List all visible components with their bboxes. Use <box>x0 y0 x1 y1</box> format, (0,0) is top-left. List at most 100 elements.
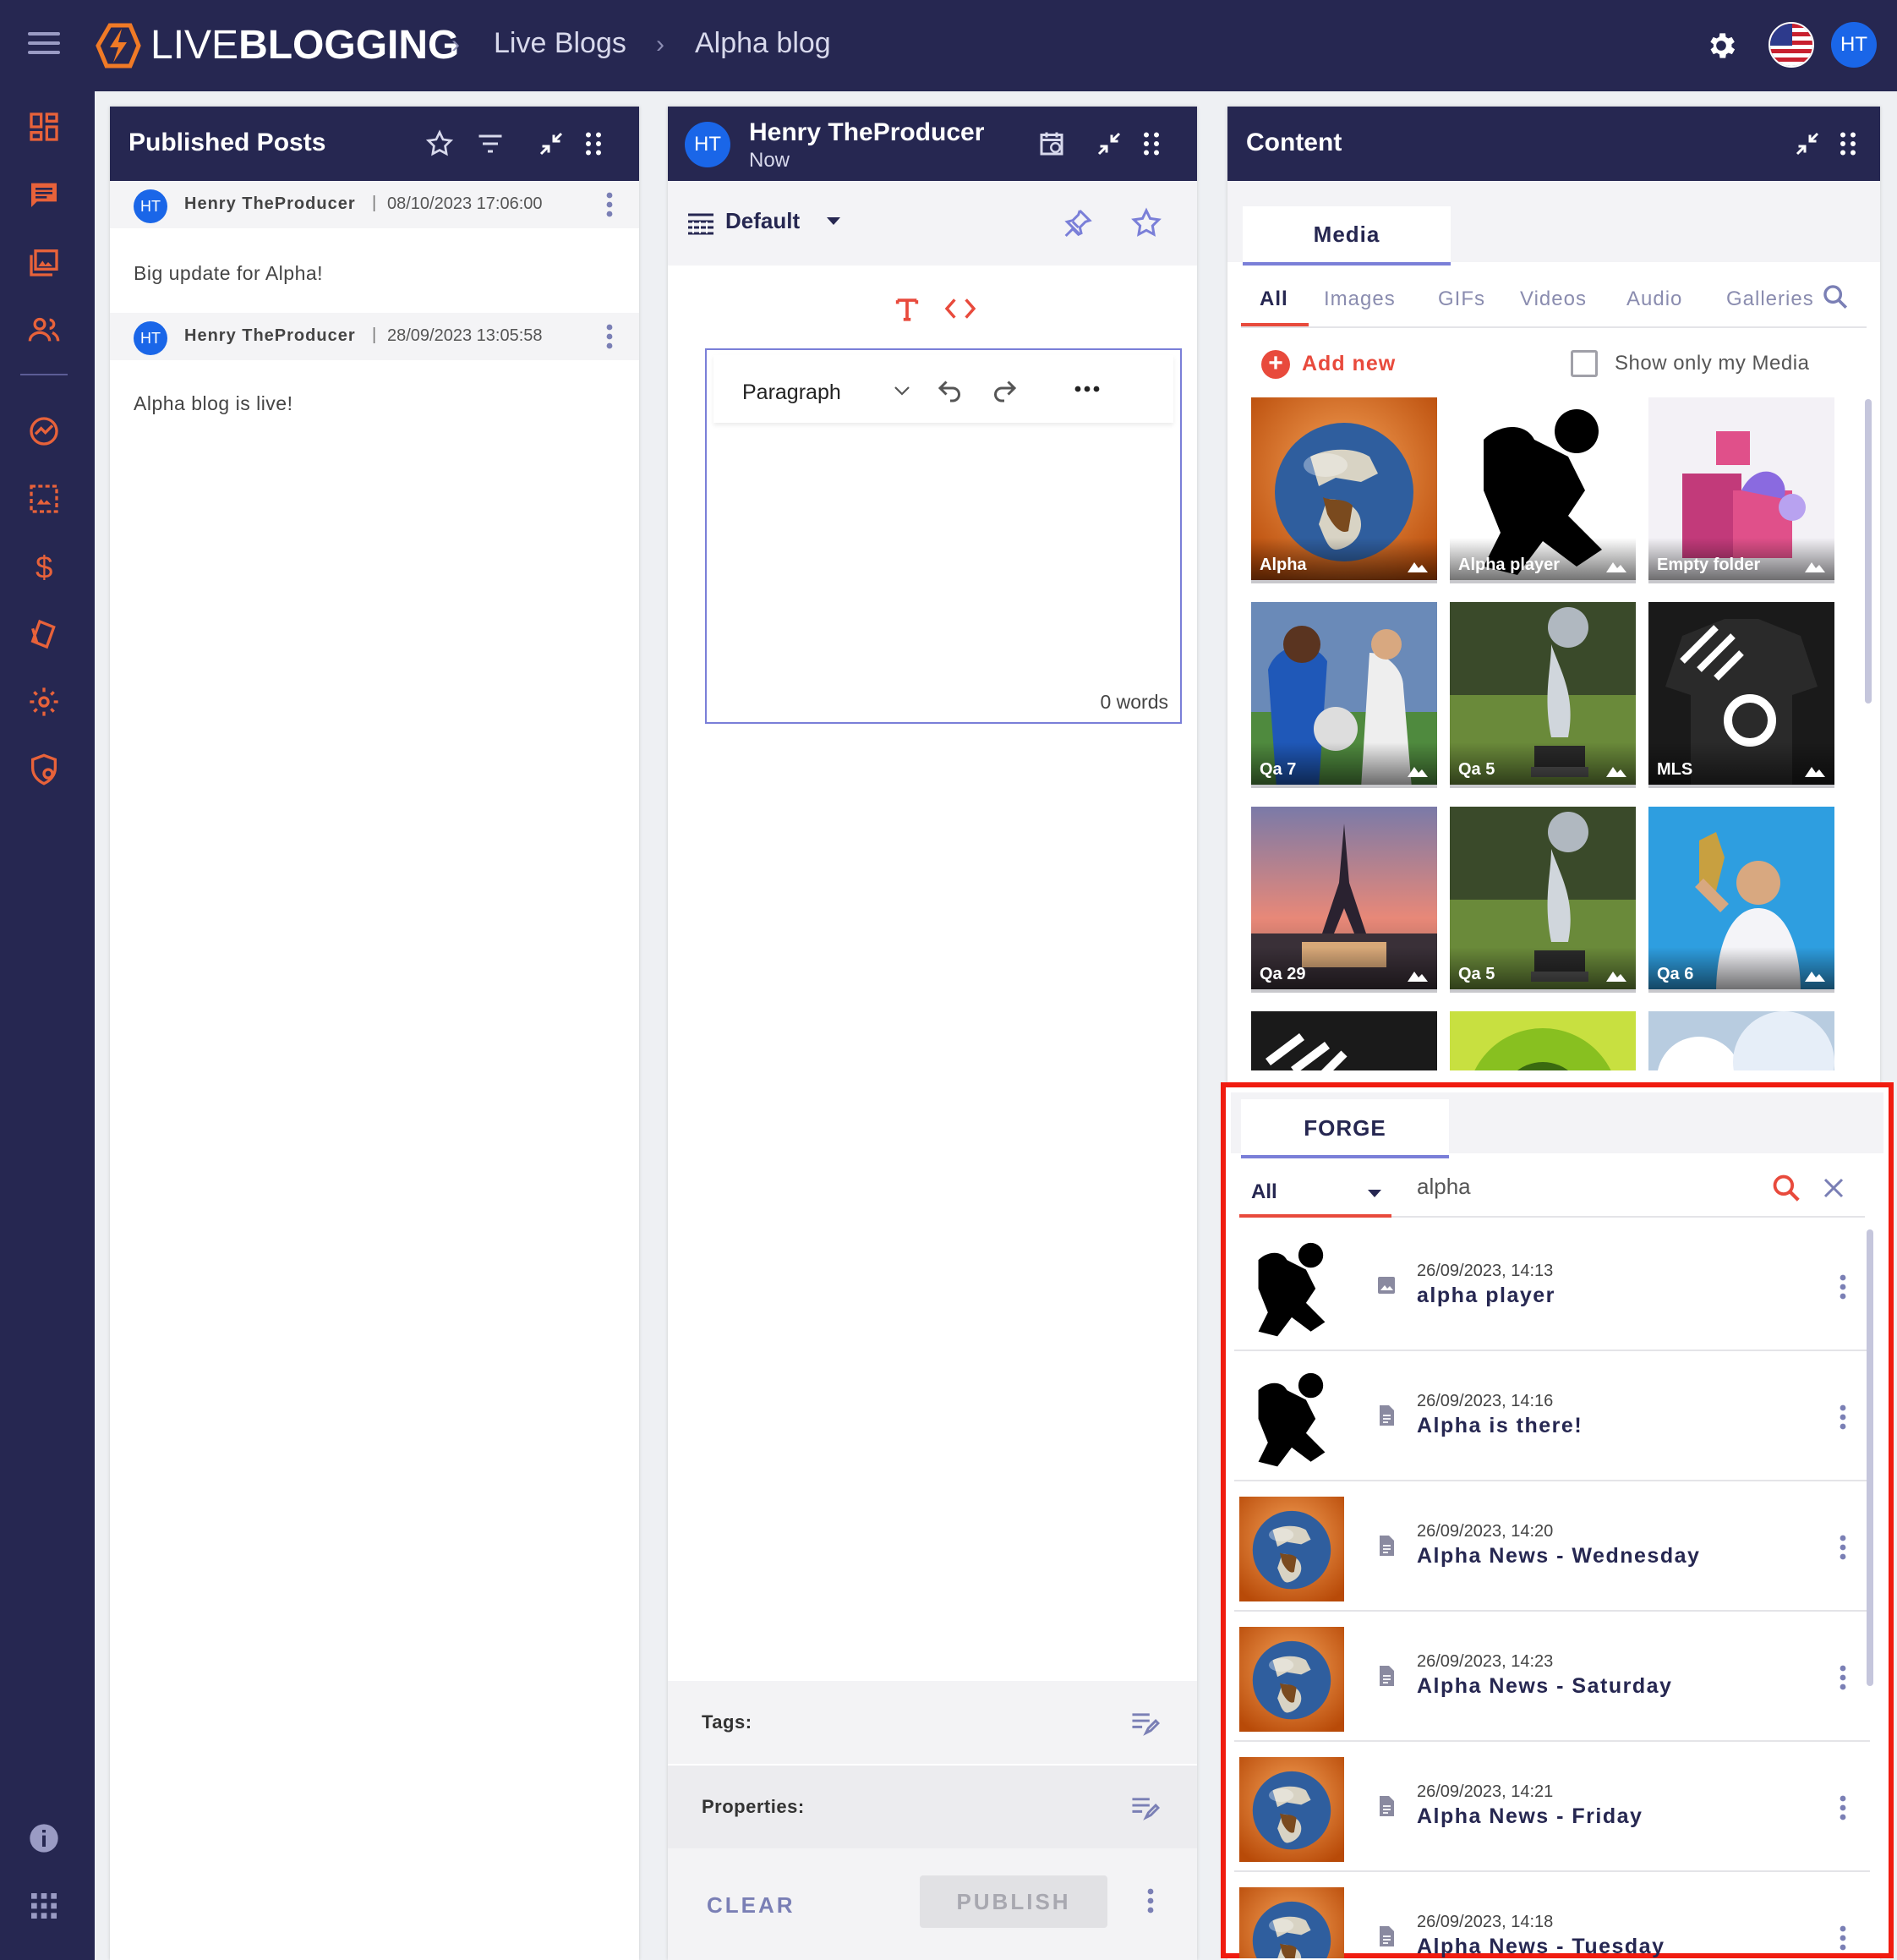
tab-media[interactable]: Media <box>1243 206 1451 266</box>
text-mode-icon[interactable] <box>893 294 921 323</box>
media-tile[interactable]: Qa 6 <box>1648 807 1834 993</box>
post-body[interactable]: Big update for Alpha! <box>134 262 323 285</box>
post-body[interactable]: Alpha blog is live! <box>134 392 293 415</box>
star-icon[interactable] <box>424 129 455 159</box>
close-icon[interactable] <box>1821 1175 1846 1201</box>
info-icon[interactable] <box>27 1821 61 1855</box>
media-tile[interactable]: Qa 5 <box>1450 602 1636 788</box>
edit-list-icon[interactable] <box>1129 1710 1160 1737</box>
search-icon[interactable] <box>1770 1172 1802 1204</box>
redo-icon[interactable] <box>989 375 1020 406</box>
more-horiz-icon[interactable] <box>1074 384 1101 394</box>
clear-button[interactable]: CLEAR <box>707 1892 795 1919</box>
subtab-gifs[interactable]: GIFs <box>1438 287 1485 311</box>
more-vert-icon[interactable] <box>1839 1664 1847 1691</box>
more-vert-icon[interactable] <box>1146 1887 1155 1914</box>
media-tile[interactable]: Qa 7 <box>1251 602 1437 788</box>
forge-filter-select[interactable]: All <box>1251 1180 1277 1204</box>
tab-forge[interactable]: FORGE <box>1241 1099 1449 1158</box>
subtab-audio[interactable]: Audio <box>1626 287 1682 311</box>
user-avatar[interactable]: HT <box>1831 22 1877 68</box>
more-vert-icon[interactable] <box>1839 1534 1847 1561</box>
more-vert-icon[interactable] <box>605 323 614 350</box>
forge-result-row[interactable]: 26/09/2023, 14:20 Alpha News - Wednesday <box>1234 1483 1870 1612</box>
subtab-galleries[interactable]: Galleries <box>1726 287 1814 311</box>
block-type-select[interactable]: Paragraph <box>742 381 841 405</box>
apps-grid-icon[interactable] <box>27 1889 61 1923</box>
forge-result-row[interactable]: 26/09/2023, 14:18 Alpha News - Tuesday <box>1234 1874 1870 1958</box>
chevron-right-icon: › <box>451 30 460 58</box>
drag-handle-icon[interactable] <box>1833 129 1863 159</box>
media-tile[interactable]: MLS <box>1648 602 1834 788</box>
subtab-images[interactable]: Images <box>1324 287 1396 311</box>
us-flag-icon[interactable] <box>1769 22 1814 68</box>
schedule-icon[interactable] <box>1036 129 1067 159</box>
forge-result-row[interactable]: 26/09/2023, 14:21 Alpha News - Friday <box>1234 1744 1870 1872</box>
media-tile[interactable] <box>1648 1011 1834 1070</box>
media-tile[interactable]: Alpha <box>1251 397 1437 583</box>
caret-down-icon[interactable] <box>825 215 842 227</box>
forge-result-row[interactable]: 26/09/2023, 14:23 Alpha News - Saturday <box>1234 1613 1870 1742</box>
publish-button[interactable]: PUBLISH <box>920 1875 1107 1928</box>
settings-icon[interactable] <box>27 685 61 719</box>
more-vert-icon[interactable] <box>1839 1404 1847 1431</box>
breadcrumb-live-blogs[interactable]: Live Blogs <box>494 27 626 60</box>
template-select[interactable]: Default <box>725 208 800 234</box>
search-icon[interactable] <box>1821 282 1850 311</box>
chevron-down-icon[interactable] <box>893 384 911 397</box>
breadcrumb-alpha-blog[interactable]: Alpha blog <box>695 27 831 60</box>
star-icon[interactable] <box>1129 206 1163 240</box>
post-author: Henry TheProducer <box>184 326 356 345</box>
forge-result-row[interactable]: 26/09/2023, 14:16 Alpha is there! <box>1234 1353 1870 1481</box>
posts-icon[interactable] <box>27 178 61 211</box>
analytics-icon[interactable] <box>27 414 61 448</box>
drag-handle-icon[interactable] <box>1136 129 1167 159</box>
media-tile[interactable]: Qa 29 <box>1251 807 1437 993</box>
media-tile[interactable]: Alpha player <box>1450 397 1636 583</box>
more-vert-icon[interactable] <box>1839 1273 1847 1300</box>
show-only-mine-checkbox[interactable] <box>1571 350 1598 377</box>
forge-scrollbar[interactable] <box>1867 1229 1873 1686</box>
gear-icon[interactable] <box>1704 29 1738 63</box>
media-tile[interactable] <box>1450 1011 1636 1070</box>
collapse-icon[interactable] <box>1094 129 1124 159</box>
media-tile[interactable]: Empty folder <box>1648 397 1834 583</box>
collapse-icon[interactable] <box>1792 129 1823 159</box>
plus-circle-icon[interactable]: + <box>1261 350 1290 379</box>
more-vert-icon[interactable] <box>1839 1794 1847 1821</box>
result-title: Alpha News - Tuesday <box>1417 1935 1665 1958</box>
undo-icon[interactable] <box>935 375 965 406</box>
dashboard-icon[interactable] <box>27 110 61 144</box>
forge-result-row[interactable]: 26/09/2023, 14:13 alpha player <box>1234 1223 1870 1351</box>
more-vert-icon[interactable] <box>605 191 614 218</box>
edit-list-icon[interactable] <box>1129 1794 1160 1821</box>
forge-search-input[interactable]: alpha <box>1417 1174 1471 1200</box>
tags-row[interactable]: Tags: <box>668 1681 1197 1764</box>
drag-handle-icon[interactable] <box>578 129 609 159</box>
code-mode-icon[interactable] <box>943 296 977 321</box>
logo-text[interactable]: LIVEBLOGGING <box>150 22 459 68</box>
subtab-videos[interactable]: Videos <box>1520 287 1587 311</box>
caret-down-icon[interactable] <box>1366 1187 1383 1199</box>
users-icon[interactable] <box>27 313 61 347</box>
cards-icon[interactable] <box>27 617 61 651</box>
dollar-icon[interactable]: $ <box>27 550 61 583</box>
pin-icon[interactable] <box>1060 206 1094 240</box>
result-title: alpha player <box>1417 1284 1555 1307</box>
more-vert-icon[interactable] <box>1839 1924 1847 1952</box>
subtab-divider <box>1241 326 1867 328</box>
media-tile[interactable] <box>1251 1011 1437 1070</box>
media-tile[interactable]: Qa 5 <box>1450 807 1636 993</box>
result-title: Alpha is there! <box>1417 1414 1583 1437</box>
filter-icon[interactable] <box>475 129 506 159</box>
subtab-all[interactable]: All <box>1260 287 1288 311</box>
menu-icon[interactable] <box>28 32 60 57</box>
media-icon[interactable] <box>27 245 61 279</box>
properties-row[interactable]: Properties: <box>668 1766 1197 1848</box>
rich-text-editor[interactable]: Paragraph 0 words <box>705 348 1182 724</box>
gallery-icon[interactable] <box>27 482 61 516</box>
collapse-icon[interactable] <box>536 129 566 159</box>
add-new-button[interactable]: Add new <box>1302 352 1396 376</box>
media-scrollbar[interactable] <box>1865 399 1872 704</box>
security-icon[interactable] <box>27 753 61 786</box>
